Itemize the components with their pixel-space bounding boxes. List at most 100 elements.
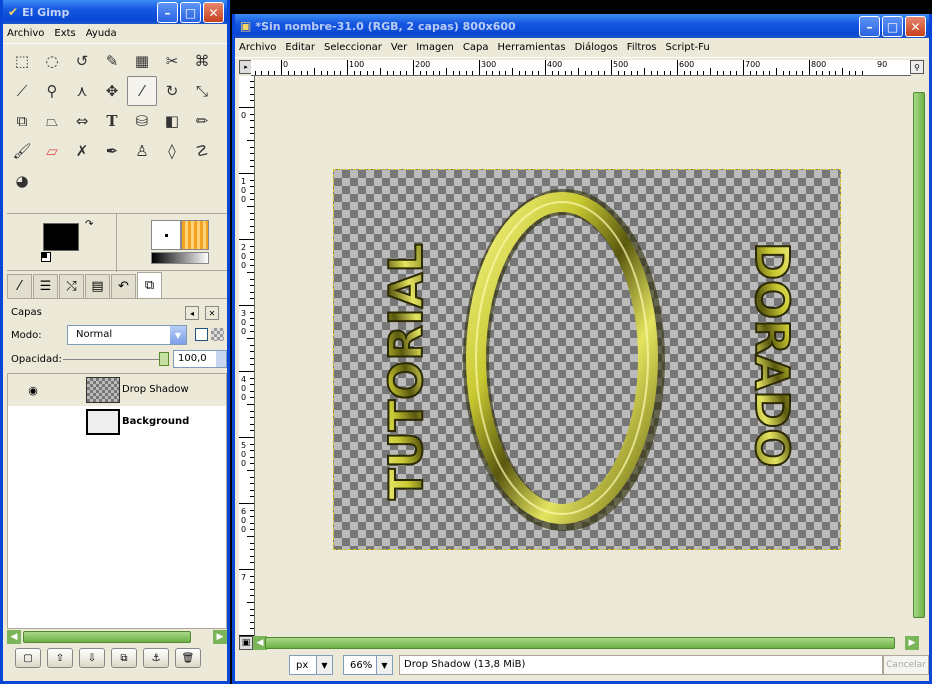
- menu-archivo[interactable]: Archivo: [7, 28, 44, 39]
- scissors-icon[interactable]: ✂: [157, 46, 187, 76]
- menu-herramientas[interactable]: Herramientas: [497, 42, 565, 53]
- tab-brushes[interactable]: ☰: [33, 274, 58, 298]
- spin-arrows-icon[interactable]: [216, 351, 226, 367]
- blur-icon[interactable]: ◊: [157, 136, 187, 166]
- unit-select[interactable]: px ▼: [289, 655, 333, 675]
- scroll-right-icon[interactable]: ▶: [213, 630, 227, 644]
- ellipse-select-icon[interactable]: ◌: [37, 46, 67, 76]
- menu-imagen[interactable]: Imagen: [416, 42, 454, 53]
- brush-preview[interactable]: [151, 220, 181, 250]
- bucket-fill-icon[interactable]: ⛁: [127, 106, 157, 136]
- smudge-icon[interactable]: ☡: [187, 136, 217, 166]
- anchor-layer-button[interactable]: ⚓: [143, 648, 169, 668]
- flip-icon[interactable]: ⇔: [67, 106, 97, 136]
- paintbrush-active-icon[interactable]: ⁄: [127, 76, 157, 106]
- gradient-preview[interactable]: [151, 252, 209, 264]
- lower-layer-button[interactable]: ⇩: [79, 648, 105, 668]
- scroll-right-icon[interactable]: ▶: [905, 636, 919, 650]
- tab-paths[interactable]: ⤭: [59, 274, 84, 298]
- layer-row[interactable]: ◉ Drop Shadow: [8, 374, 226, 406]
- menu-archivo[interactable]: Archivo: [239, 42, 276, 53]
- layer-thumbnail: [86, 409, 120, 435]
- menu-seleccionar[interactable]: Seleccionar: [324, 42, 382, 53]
- free-select-icon[interactable]: ↺: [67, 46, 97, 76]
- canvas-hscrollbar[interactable]: ▣ ◀ ▶: [239, 636, 919, 650]
- tab-tool-options[interactable]: ⁄: [7, 274, 32, 298]
- tab-palettes[interactable]: ▤: [85, 274, 110, 298]
- menu-script-fu[interactable]: Script-Fu: [666, 42, 710, 53]
- foreground-select-icon[interactable]: ⌘: [187, 46, 217, 76]
- maximize-button[interactable]: □: [882, 16, 903, 37]
- scroll-thumb[interactable]: [913, 92, 925, 618]
- zoom-select[interactable]: 66% ▼: [343, 655, 393, 675]
- opacity-slider-track[interactable]: [63, 359, 163, 360]
- layers-hscrollbar[interactable]: ◀ ▶: [7, 630, 227, 644]
- minimize-button[interactable]: –: [157, 2, 178, 23]
- fuzzy-select-icon[interactable]: ✎: [97, 46, 127, 76]
- eraser-icon[interactable]: ▱: [37, 136, 67, 166]
- paintbrush-icon[interactable]: 🖌: [7, 136, 37, 166]
- clone-icon[interactable]: ♙: [127, 136, 157, 166]
- pattern-preview[interactable]: [181, 220, 209, 250]
- menu-dialogos[interactable]: Diálogos: [575, 42, 618, 53]
- menu-editar[interactable]: Editar: [285, 42, 315, 53]
- duplicate-layer-button[interactable]: ⧉: [111, 648, 137, 668]
- tab-undo[interactable]: ↶: [111, 274, 136, 298]
- image-canvas[interactable]: TUTORIAL DORADO: [333, 169, 841, 550]
- new-layer-button[interactable]: ▢: [15, 648, 41, 668]
- opacity-slider-handle[interactable]: [159, 352, 169, 366]
- eye-icon[interactable]: ◉: [22, 384, 44, 397]
- pencil-icon[interactable]: ✏: [187, 106, 217, 136]
- dock-menu-icon[interactable]: ◂: [185, 306, 199, 320]
- color-select-icon[interactable]: ▦: [127, 46, 157, 76]
- horizontal-ruler[interactable]: -100010020030040050060070080090: [251, 60, 911, 76]
- menu-ayuda[interactable]: Ayuda: [86, 28, 117, 39]
- default-colors-icon[interactable]: [41, 252, 51, 262]
- vertical-ruler[interactable]: 10001002003004005006007: [239, 76, 255, 636]
- scale-icon[interactable]: ⤡: [187, 76, 217, 106]
- opacity-spinbox[interactable]: 100,0: [173, 350, 227, 368]
- rect-select-icon[interactable]: ⬚: [7, 46, 37, 76]
- measure-icon[interactable]: ⋏: [67, 76, 97, 106]
- zoom-icon[interactable]: ⚲: [910, 60, 924, 74]
- cancel-button[interactable]: Cancelar: [883, 655, 929, 675]
- airbrush-icon[interactable]: ✗: [67, 136, 97, 166]
- move-icon[interactable]: ✥: [97, 76, 127, 106]
- ruler-tick: [250, 529, 254, 531]
- color-picker-icon[interactable]: ⚲: [37, 76, 67, 106]
- menu-ver[interactable]: Ver: [391, 42, 407, 53]
- menu-exts[interactable]: Exts: [54, 28, 75, 39]
- foreground-color-swatch[interactable]: [43, 223, 79, 251]
- perspective-icon[interactable]: ⏢: [37, 106, 67, 136]
- paths-icon[interactable]: ⟋: [7, 76, 37, 106]
- maximize-button[interactable]: □: [180, 2, 201, 23]
- blend-icon[interactable]: ◧: [157, 106, 187, 136]
- minimize-button[interactable]: –: [859, 16, 880, 37]
- ruler-tick: [479, 60, 480, 75]
- layer-row[interactable]: Background: [8, 406, 226, 438]
- tab-layers[interactable]: ⧉: [137, 272, 162, 298]
- raise-layer-button[interactable]: ⇧: [47, 648, 73, 668]
- close-button[interactable]: ✕: [905, 16, 926, 37]
- scroll-left-icon[interactable]: ◀: [7, 630, 21, 644]
- crop-icon[interactable]: ⧉: [7, 106, 37, 136]
- canvas-area[interactable]: TUTORIAL DORADO: [256, 77, 913, 636]
- dodge-burn-icon[interactable]: ◕: [7, 166, 37, 196]
- dock-close-icon[interactable]: ✕: [205, 306, 219, 320]
- toolbox-titlebar[interactable]: ✔ El Gimp – □ ✕: [3, 0, 227, 24]
- ink-icon[interactable]: ✒: [97, 136, 127, 166]
- rotate-icon[interactable]: ↻: [157, 76, 187, 106]
- canvas-vscrollbar[interactable]: [912, 76, 926, 636]
- scroll-thumb[interactable]: [23, 631, 191, 643]
- delete-layer-button[interactable]: 🗑: [175, 648, 201, 668]
- text-icon[interactable]: T: [97, 106, 127, 136]
- mode-select[interactable]: Normal ▼: [67, 325, 187, 345]
- lock-alpha-checkbox[interactable]: [195, 328, 208, 341]
- swap-colors-icon[interactable]: ↷: [85, 219, 93, 230]
- menu-filtros[interactable]: Filtros: [627, 42, 657, 53]
- scroll-thumb[interactable]: [265, 637, 895, 649]
- close-button[interactable]: ✕: [203, 2, 224, 23]
- menu-capa[interactable]: Capa: [463, 42, 489, 53]
- navigation-icon[interactable]: ▣: [239, 636, 253, 650]
- image-titlebar[interactable]: ▣ *Sin nombre-31.0 (RGB, 2 capas) 800x60…: [235, 14, 929, 38]
